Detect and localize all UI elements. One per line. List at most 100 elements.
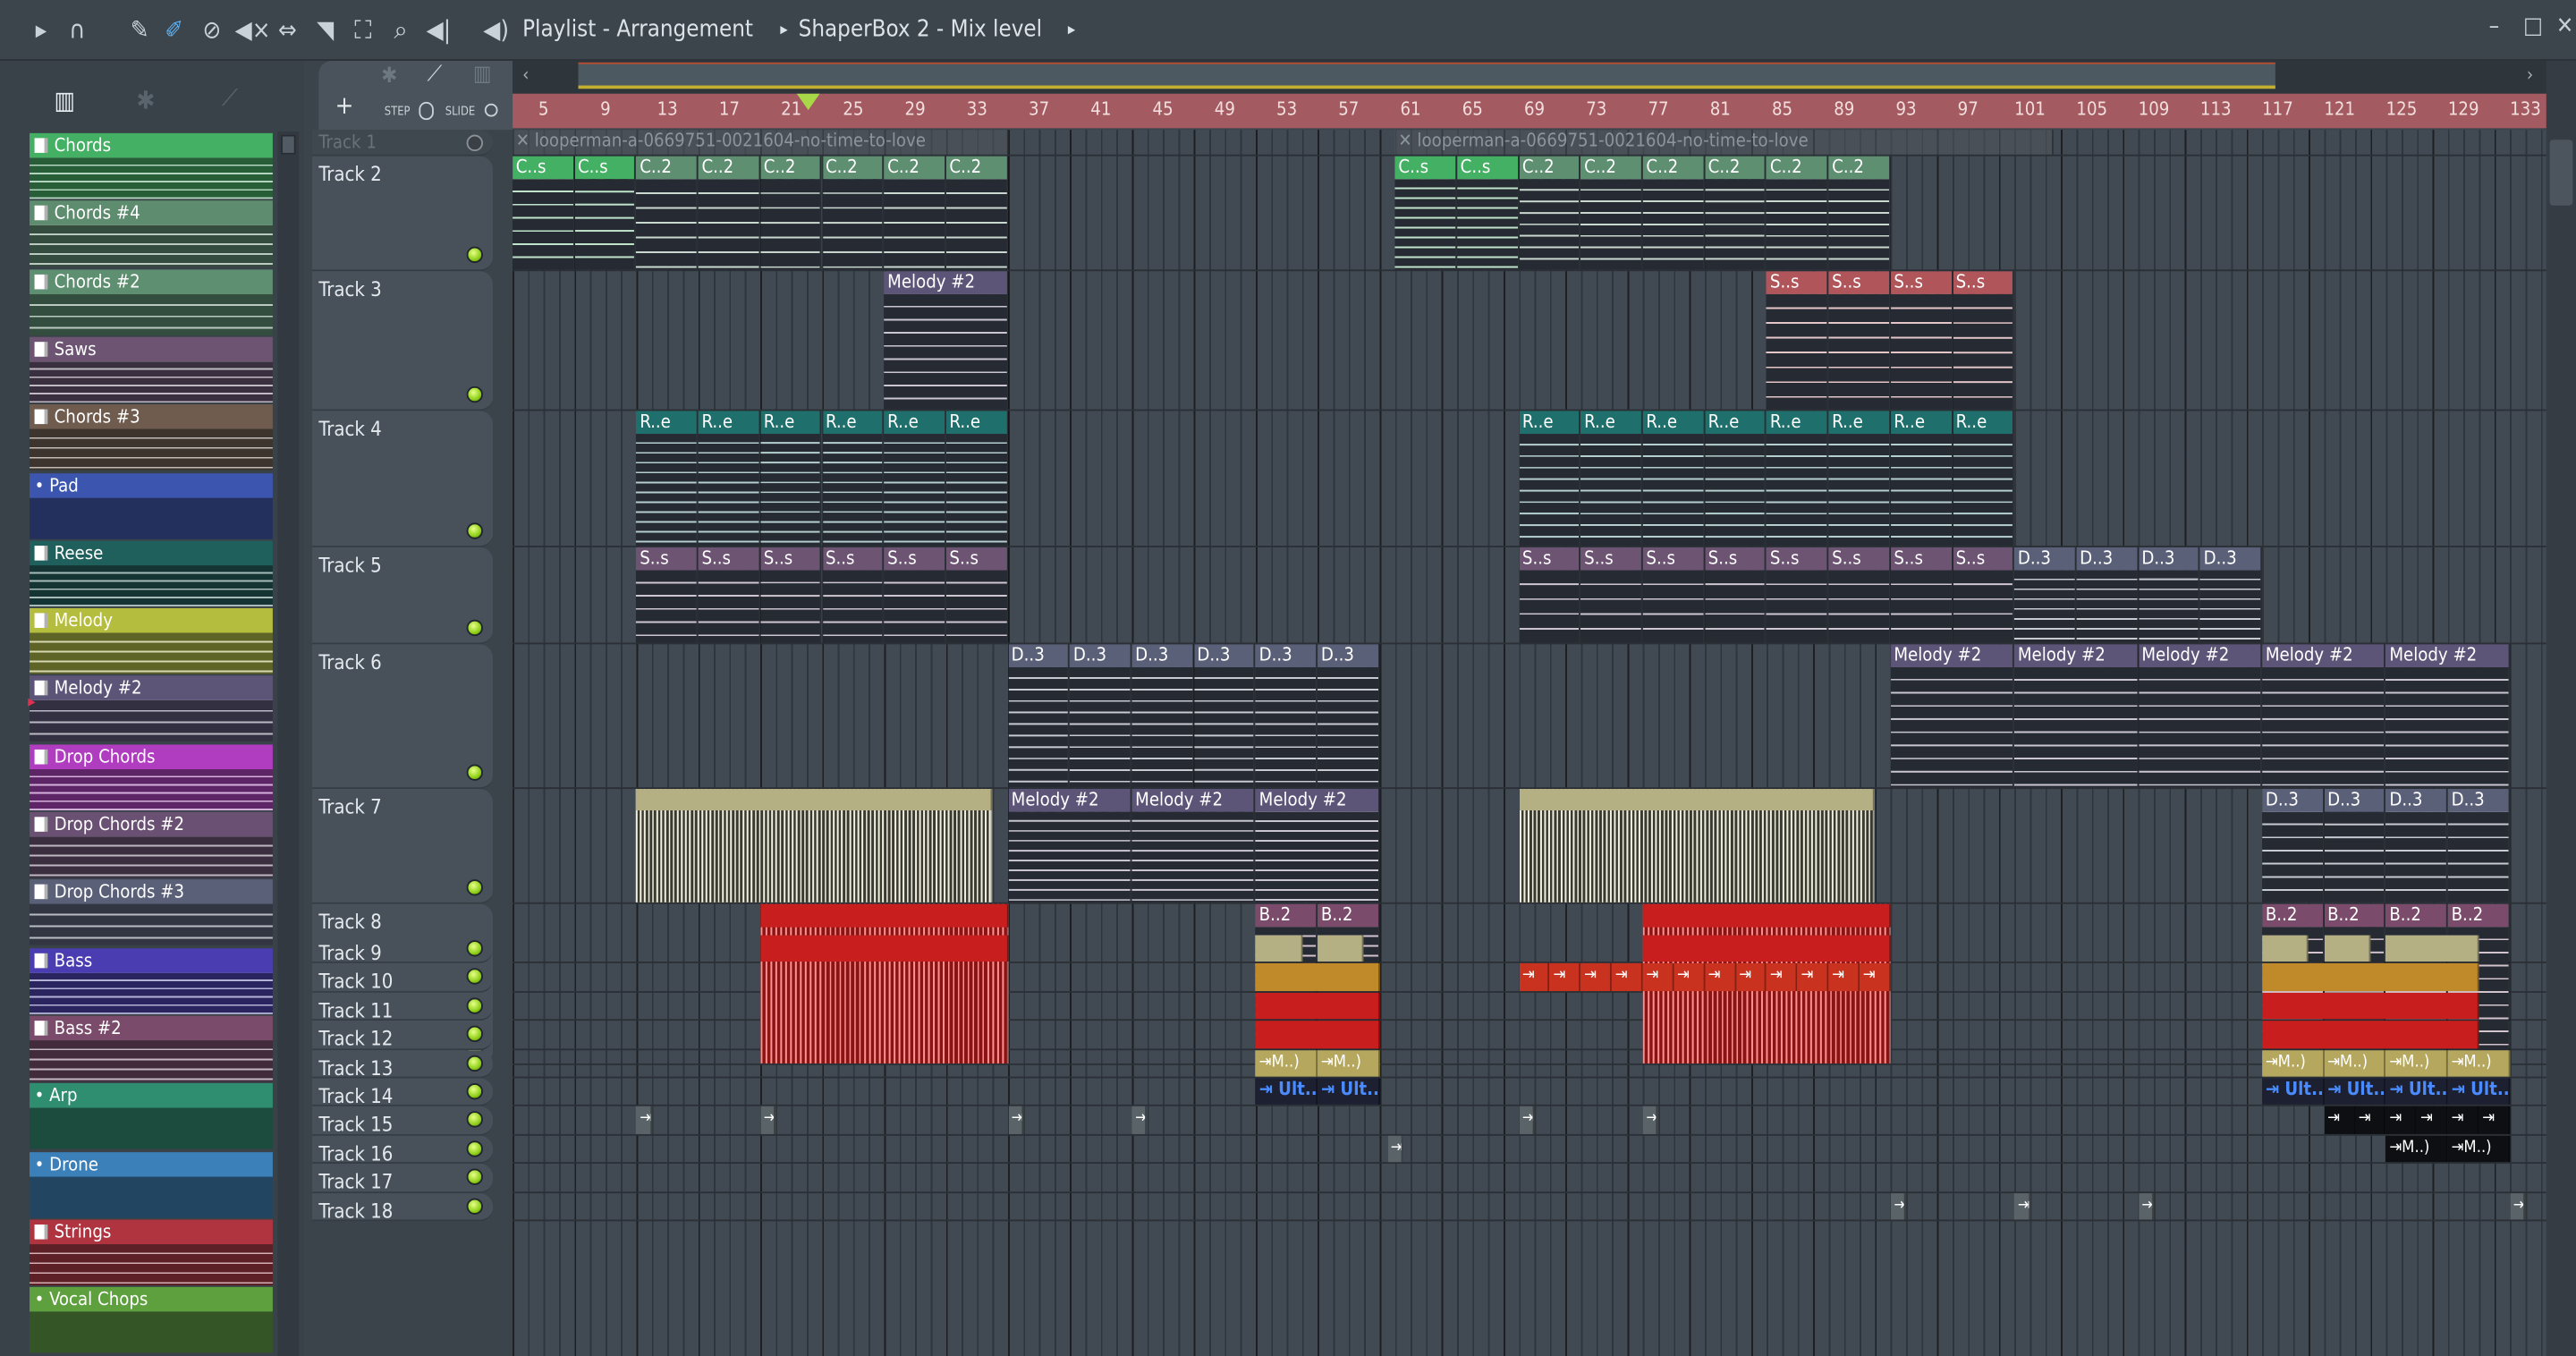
track-mute-led[interactable] bbox=[466, 1054, 483, 1072]
overview-bar[interactable]: ‹ › bbox=[513, 60, 2546, 94]
pattern-clip[interactable]: ⇥ bbox=[1828, 963, 1860, 991]
pattern-clip[interactable]: ⇥ bbox=[1549, 963, 1581, 991]
close-button[interactable]: ✕ bbox=[2556, 13, 2573, 39]
track-mute-led[interactable] bbox=[466, 997, 483, 1014]
pattern-clip[interactable]: Melody #2 bbox=[2385, 644, 2511, 788]
pattern-clip[interactable]: R..e bbox=[822, 411, 885, 547]
pattern-item[interactable]: Drop Chords #3 bbox=[30, 879, 273, 946]
track-header[interactable]: Track 12 bbox=[311, 1021, 494, 1051]
pattern-clip[interactable]: D..3 bbox=[2014, 547, 2077, 643]
pattern-clip[interactable]: ⇥ bbox=[1642, 1106, 1659, 1134]
pattern-clip[interactable]: ⇥ bbox=[1580, 963, 1613, 991]
pattern-clip[interactable]: ✕ looperman-a-0669751-0021604-no-time-to… bbox=[513, 130, 1008, 155]
track-mute-led[interactable] bbox=[466, 879, 483, 896]
pattern-item[interactable]: Chords #2 bbox=[30, 268, 273, 335]
pattern-clip[interactable]: D..3 bbox=[1070, 644, 1132, 788]
pattern-clip[interactable]: ⇥ bbox=[2385, 1106, 2418, 1134]
add-track-button[interactable]: + bbox=[335, 90, 354, 120]
pattern-clip[interactable]: ⇥ bbox=[1519, 1106, 1535, 1134]
pattern-clip[interactable]: S..s bbox=[1767, 271, 1829, 410]
pattern-clip[interactable]: S..s bbox=[1952, 547, 2015, 643]
pattern-clip[interactable]: Melody #2 bbox=[2014, 644, 2139, 788]
pattern-clip[interactable] bbox=[1318, 935, 1365, 962]
pattern-clip[interactable]: Melody #2 bbox=[1007, 789, 1132, 903]
step-toggle[interactable] bbox=[419, 101, 434, 121]
track-mute-led[interactable] bbox=[466, 1140, 483, 1157]
pattern-item[interactable]: Drop Chords bbox=[30, 743, 273, 810]
pattern-clip[interactable]: S..s bbox=[822, 547, 885, 643]
track-header[interactable]: Track 1 bbox=[311, 130, 494, 157]
pattern-clip[interactable]: ⇥M..) bbox=[2385, 1135, 2448, 1163]
track-mute-led[interactable] bbox=[466, 1111, 483, 1129]
playlist-grid[interactable]: ✕ looperman-a-0669751-0021604-no-time-to… bbox=[513, 130, 2546, 1356]
pattern-clip[interactable]: ⇥ bbox=[1674, 963, 1705, 991]
play-arrow-icon[interactable]: ▸ bbox=[26, 15, 55, 45]
pattern-scrollbar[interactable] bbox=[277, 131, 300, 1356]
pattern-clip[interactable]: ⇥ bbox=[2417, 1106, 2448, 1134]
pattern-clip[interactable] bbox=[1519, 789, 1876, 903]
pattern-item[interactable]: Strings bbox=[30, 1219, 273, 1285]
pattern-clip[interactable] bbox=[760, 935, 1008, 962]
pattern-clip[interactable]: R..e bbox=[1952, 411, 2015, 547]
pattern-clip[interactable]: ⇥ Ult.. bbox=[1255, 1078, 1318, 1106]
pattern-clip[interactable]: C..2 bbox=[760, 156, 823, 270]
pattern-clip[interactable] bbox=[1255, 992, 1380, 1020]
pattern-clip[interactable]: S..s bbox=[1890, 271, 1953, 410]
pattern-clip[interactable]: R..e bbox=[698, 411, 760, 547]
pattern-clip[interactable]: ⇥ bbox=[1519, 963, 1550, 991]
pattern-clip[interactable]: R..e bbox=[636, 411, 699, 547]
pattern-clip[interactable] bbox=[636, 789, 993, 903]
pattern-clip[interactable]: D..3 bbox=[1131, 644, 1194, 788]
pattern-clip[interactable]: R..e bbox=[1704, 411, 1767, 547]
pattern-clip[interactable]: Melody #2 bbox=[2262, 644, 2386, 788]
pattern-clip[interactable]: ⇥ Ult.. bbox=[1318, 1078, 1380, 1106]
pattern-clip[interactable]: ⇥M..) bbox=[1255, 1049, 1318, 1077]
track-mute-led[interactable] bbox=[466, 1197, 483, 1215]
pattern-clip[interactable]: C..2 bbox=[1519, 156, 1581, 270]
pattern-clip[interactable]: S..s bbox=[1828, 271, 1891, 410]
timeline-ruler[interactable]: 5 9 13 17 21 25 29 33 37 41 45 49 53 57 61 65 69 73 77 81 85… bbox=[513, 93, 2546, 129]
vertical-scrollbar[interactable] bbox=[2546, 60, 2576, 1356]
slip-icon[interactable]: ⇔ bbox=[273, 15, 302, 45]
pattern-clip[interactable]: C..s bbox=[1394, 156, 1457, 270]
pattern-item[interactable]: Chords #4 bbox=[30, 200, 273, 267]
pattern-clip[interactable]: C..2 bbox=[945, 156, 1008, 270]
pattern-clip[interactable]: C..s bbox=[1457, 156, 1520, 270]
pattern-clip[interactable]: ⇥ bbox=[2355, 1106, 2386, 1134]
track-header[interactable]: Track 17 bbox=[311, 1164, 494, 1193]
playback-icon[interactable]: ◀| bbox=[424, 15, 453, 45]
pattern-clip[interactable]: S..s bbox=[760, 547, 823, 643]
pattern-clip[interactable]: C..2 bbox=[698, 156, 760, 270]
pattern-clip[interactable] bbox=[760, 903, 1008, 1064]
pattern-clip[interactable]: ⇥ Ult.. bbox=[2324, 1078, 2386, 1106]
track-mute-led[interactable] bbox=[466, 522, 483, 539]
pattern-item[interactable]: • Pad bbox=[30, 472, 273, 538]
pattern-clip[interactable]: ⇥ bbox=[1860, 963, 1891, 991]
pattern-clip[interactable]: ⇥ bbox=[2138, 1192, 2154, 1220]
pattern-clip[interactable] bbox=[1255, 935, 1302, 962]
track-mute-led[interactable] bbox=[466, 1026, 483, 1043]
playhead-marker-icon[interactable] bbox=[796, 93, 820, 111]
pattern-clip[interactable]: R..e bbox=[1828, 411, 1891, 547]
pattern-clip[interactable]: ⇥ bbox=[760, 1106, 776, 1134]
pattern-clip[interactable]: D..3 bbox=[1318, 644, 1380, 788]
pencil-icon[interactable]: ✎ bbox=[125, 15, 155, 45]
pattern-clip[interactable]: ⇥ bbox=[1890, 1192, 1907, 1220]
pattern-clip[interactable]: D..3 bbox=[2076, 547, 2139, 643]
breadcrumb-arrow-icon[interactable]: ▸ bbox=[1068, 21, 1075, 39]
pattern-clip[interactable] bbox=[2385, 935, 2479, 962]
pattern-clip[interactable]: ⇥M..) bbox=[1318, 1049, 1380, 1077]
pattern-clip[interactable]: R..e bbox=[1890, 411, 1953, 547]
pattern-clip[interactable]: ⇥ bbox=[2479, 1106, 2511, 1134]
pattern-clip[interactable]: ⇥ Ult.. bbox=[2447, 1078, 2511, 1106]
scroll-left-icon[interactable]: ‹ bbox=[522, 64, 529, 86]
pattern-clip[interactable]: ⇥ bbox=[1612, 963, 1643, 991]
pattern-item[interactable]: Reese bbox=[30, 540, 273, 606]
pattern-clip[interactable]: S..s bbox=[636, 547, 699, 643]
track-mute-led[interactable] bbox=[466, 619, 483, 637]
pattern-clip[interactable]: ⇥ Ult.. bbox=[2262, 1078, 2325, 1106]
zoom-icon[interactable]: ⌕ bbox=[386, 15, 416, 45]
overview-scroll-thumb[interactable] bbox=[578, 62, 2275, 89]
pattern-clip[interactable]: ⇥ bbox=[2014, 1192, 2030, 1220]
pattern-clip[interactable]: D..3 bbox=[1193, 644, 1256, 788]
